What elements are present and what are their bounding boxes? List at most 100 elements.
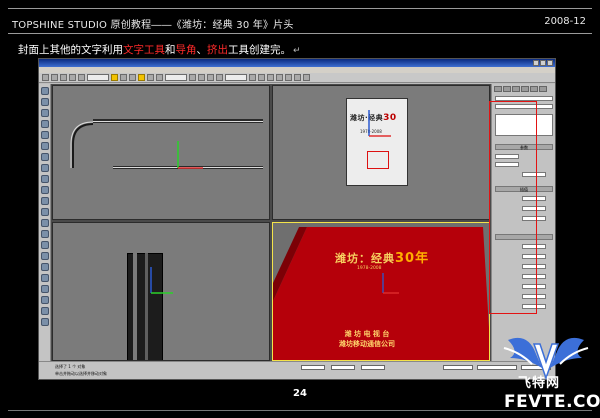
tool-icon[interactable] xyxy=(40,252,49,260)
caption-highlight-chamfer: 导角 xyxy=(175,44,197,56)
status-bar: 选择了 1 个 对象 单击并拖动以选择并移动对象 xyxy=(39,361,555,379)
select-icon[interactable] xyxy=(111,74,118,81)
left-gizmo xyxy=(150,267,173,294)
tool-icon[interactable] xyxy=(40,164,49,172)
perspective-footer: 潍 坊 电 视 台 潍坊移动通信公司 xyxy=(339,329,395,349)
tool-icon[interactable] xyxy=(40,274,49,282)
left-toolbar xyxy=(39,84,51,361)
render-icon[interactable] xyxy=(303,74,310,81)
minimize-icon[interactable] xyxy=(533,60,539,66)
window-controls xyxy=(533,60,553,66)
reference-coord-dropdown[interactable] xyxy=(165,74,187,81)
percent-snap-icon[interactable] xyxy=(216,74,223,81)
footer-line: 潍坊移动通信公司 xyxy=(339,340,395,348)
utilities-tab-icon[interactable] xyxy=(539,86,547,92)
select-by-name-icon[interactable] xyxy=(120,74,127,81)
tool-icon[interactable] xyxy=(40,285,49,293)
tool-icon[interactable] xyxy=(40,230,49,238)
coord-x-field[interactable] xyxy=(301,365,325,370)
top-view-geometry xyxy=(70,119,263,169)
tool-icon[interactable] xyxy=(40,175,49,183)
undo-icon[interactable] xyxy=(42,74,49,81)
redo-icon[interactable] xyxy=(51,74,58,81)
caption-text: 、 xyxy=(196,44,208,56)
curve-editor-icon[interactable] xyxy=(276,74,283,81)
top-divider xyxy=(8,8,592,9)
layer-icon[interactable] xyxy=(267,74,274,81)
status-prompt: 单击并拖动以选择并移动对象 xyxy=(55,371,107,376)
logo-cn-text: 飞特网 xyxy=(518,376,561,391)
tool-icon[interactable] xyxy=(40,318,49,326)
key-mode-dropdown[interactable] xyxy=(443,365,473,370)
mirror-icon[interactable] xyxy=(249,74,256,81)
command-panel-tabs xyxy=(492,84,555,94)
tool-icon[interactable] xyxy=(40,87,49,95)
tool-icon[interactable] xyxy=(40,153,49,161)
viewport-top[interactable] xyxy=(52,85,270,220)
tool-icon[interactable] xyxy=(40,219,49,227)
motion-tab-icon[interactable] xyxy=(521,86,529,92)
tool-icon[interactable] xyxy=(40,296,49,304)
tool-icon[interactable] xyxy=(40,307,49,315)
footer-line: 潍 坊 电 视 台 xyxy=(344,330,390,338)
create-tab-icon[interactable] xyxy=(494,86,502,92)
align-icon[interactable] xyxy=(258,74,265,81)
rotate-icon[interactable] xyxy=(147,74,154,81)
tool-icon[interactable] xyxy=(40,142,49,150)
perspective-title-number: 30年 xyxy=(395,251,430,266)
display-tab-icon[interactable] xyxy=(530,86,538,92)
bind-icon[interactable] xyxy=(78,74,85,81)
caption-text: 封面上其他的文字利用 xyxy=(18,44,123,56)
tool-icon[interactable] xyxy=(40,197,49,205)
tool-icon[interactable] xyxy=(40,109,49,117)
snap-icon[interactable] xyxy=(198,74,205,81)
window-titlebar xyxy=(39,59,555,67)
coord-z-field[interactable] xyxy=(361,365,385,370)
logo-en-text: FEVTE.COM xyxy=(504,392,600,412)
scale-icon[interactable] xyxy=(156,74,163,81)
hierarchy-tab-icon[interactable] xyxy=(512,86,520,92)
status-selection: 选择了 1 个 对象 xyxy=(55,364,86,369)
viewport-perspective[interactable]: 潍坊：经典30年 1978-2008 潍 坊 电 视 台 潍坊移动通信公司 xyxy=(272,222,490,361)
selection-filter-dropdown[interactable] xyxy=(87,74,109,81)
tool-icon[interactable] xyxy=(40,131,49,139)
material-editor-icon[interactable] xyxy=(285,74,292,81)
modify-tab-icon[interactable] xyxy=(503,86,511,92)
header-date: 2008-12 xyxy=(544,16,586,27)
tool-icon[interactable] xyxy=(40,241,49,249)
perspective-years: 1978-2008 xyxy=(357,266,382,271)
tool-icon[interactable] xyxy=(40,120,49,128)
unlink-icon[interactable] xyxy=(69,74,76,81)
front-gizmo xyxy=(368,110,391,137)
header-divider xyxy=(8,33,592,34)
3dsmax-screenshot: 潍坊·经典30 1978-2008 潍坊：经典30年 1978-2008 潍 坊… xyxy=(38,58,556,380)
caption-text: 和 xyxy=(165,44,176,56)
rect-select-icon[interactable] xyxy=(129,74,136,81)
pivot-icon[interactable] xyxy=(189,74,196,81)
caption-highlight-text-tool: 文字工具 xyxy=(123,44,165,56)
main-toolbar xyxy=(39,73,555,83)
viewport-left[interactable] xyxy=(52,222,270,361)
angle-snap-icon[interactable] xyxy=(207,74,214,81)
coord-y-field[interactable] xyxy=(331,365,355,370)
caption-text: 工具创建完。 xyxy=(228,44,291,56)
maximize-icon[interactable] xyxy=(540,60,546,66)
tool-icon[interactable] xyxy=(40,208,49,216)
viewport-front[interactable]: 潍坊·经典30 1978-2008 xyxy=(272,85,490,220)
move-icon[interactable] xyxy=(138,74,145,81)
close-icon[interactable] xyxy=(547,60,553,66)
link-icon[interactable] xyxy=(60,74,67,81)
return-mark-icon: ↵ xyxy=(293,46,301,56)
perspective-title: 潍坊：经典30年 xyxy=(335,251,430,266)
render-setup-icon[interactable] xyxy=(294,74,301,81)
tutorial-caption: 封面上其他的文字利用文字工具和导角、挤出工具创建完。 ↵ xyxy=(18,42,301,57)
tool-icon[interactable] xyxy=(40,186,49,194)
viewport-area: 潍坊·经典30 1978-2008 潍坊：经典30年 1978-2008 潍 坊… xyxy=(51,84,491,362)
tool-icon[interactable] xyxy=(40,98,49,106)
panel-highlight-frame xyxy=(489,101,537,314)
caption-highlight-extrude: 挤出 xyxy=(207,44,228,56)
tutorial-page: TOPSHINE STUDIO 原创教程――《潍坊：经典 30 年》片头 200… xyxy=(0,0,600,418)
named-selection-dropdown[interactable] xyxy=(225,74,247,81)
tool-icon[interactable] xyxy=(40,263,49,271)
header-title: TOPSHINE STUDIO 原创教程――《潍坊：经典 30 年》片头 xyxy=(12,20,294,31)
